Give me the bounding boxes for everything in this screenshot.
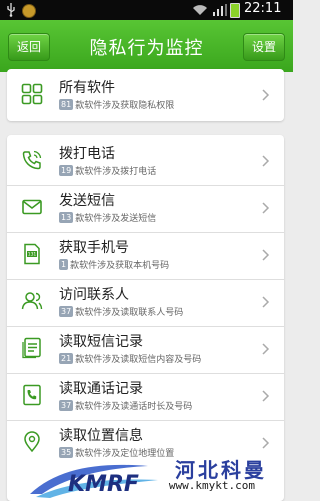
list-item-read-sms-log[interactable]: 读取短信记录 21 款软件涉及读取短信内容及号码 bbox=[7, 326, 284, 372]
list-item-title: 发送短信 bbox=[59, 193, 115, 209]
list-item-make-calls[interactable]: 拨打电话 19 款软件涉及拨打电话 bbox=[7, 138, 284, 184]
list-item-subtitle: 81 款软件涉及获取隐私权限 bbox=[59, 98, 174, 111]
app-notification-icon bbox=[22, 4, 36, 18]
chevron-right-icon bbox=[262, 343, 270, 355]
count-badge: 81 bbox=[59, 99, 74, 110]
battery-icon bbox=[230, 3, 240, 18]
list-item-subtitle: 13 款软件涉及发送短信 bbox=[59, 211, 156, 224]
count-badge: 19 bbox=[59, 165, 74, 176]
chevron-right-icon bbox=[262, 437, 270, 449]
call-log-icon bbox=[23, 384, 41, 406]
all-software-card: 所有软件 81 款软件涉及获取隐私权限 bbox=[7, 69, 284, 121]
sim-card-icon: 131 bbox=[24, 243, 40, 265]
list-item-title: 读取通话记录 bbox=[59, 381, 143, 397]
list-item-access-contacts[interactable]: 访问联系人 37 款软件涉及读取联系人号码 bbox=[7, 279, 284, 325]
list-item-title: 访问联系人 bbox=[59, 287, 129, 303]
signal-icon bbox=[213, 4, 227, 16]
count-badge: 1 bbox=[59, 259, 69, 270]
list-item-desc: 款软件涉及获取隐私权限 bbox=[75, 101, 175, 111]
list-item-subtitle: 19 款软件涉及拨打电话 bbox=[59, 164, 156, 177]
list-item-desc: 款软件涉及读通话时长及号码 bbox=[75, 402, 193, 412]
chevron-right-icon bbox=[262, 89, 270, 101]
permission-list-card: 拨打电话 19 款软件涉及拨打电话 发送短信 13 款软件涉及发送短信 131 获取… bbox=[7, 135, 284, 501]
list-item-desc: 款软件涉及获取本机号码 bbox=[70, 261, 170, 271]
status-bar: 22:11 bbox=[0, 0, 293, 20]
grid-icon bbox=[21, 83, 43, 105]
usb-icon bbox=[7, 3, 15, 17]
sms-log-icon bbox=[22, 337, 41, 359]
chevron-right-icon bbox=[262, 249, 270, 261]
chevron-right-icon bbox=[262, 202, 270, 214]
list-item-subtitle: 21 款软件涉及读取短信内容及号码 bbox=[59, 352, 201, 365]
list-item-title: 获取手机号 bbox=[59, 240, 129, 256]
chevron-right-icon bbox=[262, 296, 270, 308]
list-item-send-sms[interactable]: 发送短信 13 款软件涉及发送短信 bbox=[7, 185, 284, 231]
list-item-subtitle: 1 款软件涉及获取本机号码 bbox=[59, 258, 169, 271]
count-badge: 21 bbox=[59, 353, 74, 364]
count-badge: 37 bbox=[59, 306, 74, 317]
location-pin-icon bbox=[24, 431, 40, 453]
list-item-get-phone-number[interactable]: 131 获取手机号 1 款软件涉及获取本机号码 bbox=[7, 232, 284, 278]
kmrf-logo: KMRF bbox=[30, 464, 158, 498]
list-item-desc: 款软件涉及拨打电话 bbox=[75, 167, 157, 177]
settings-button[interactable]: 设置 bbox=[242, 33, 285, 61]
list-item-desc: 款软件涉及读取短信内容及号码 bbox=[75, 355, 202, 365]
list-item-all-software[interactable]: 所有软件 81 款软件涉及获取隐私权限 bbox=[7, 72, 284, 118]
list-item-title: 读取短信记录 bbox=[59, 334, 143, 350]
watermark-url: www.kmykt.com bbox=[168, 479, 255, 492]
list-item-subtitle: 37 款软件涉及读通话时长及号码 bbox=[59, 399, 192, 412]
svg-text:131: 131 bbox=[28, 252, 37, 258]
chevron-right-icon bbox=[262, 155, 270, 167]
envelope-icon bbox=[22, 199, 42, 215]
wifi-icon bbox=[193, 5, 207, 15]
count-badge: 37 bbox=[59, 400, 74, 411]
watermark: KMRF 河北科曼 www.kmykt.com bbox=[0, 452, 293, 501]
list-item-desc: 款软件涉及读取联系人号码 bbox=[75, 308, 184, 318]
chevron-right-icon bbox=[262, 390, 270, 402]
list-item-title: 拨打电话 bbox=[59, 146, 115, 162]
list-item-title: 读取位置信息 bbox=[59, 428, 143, 444]
title-bar: 返回 隐私行为监控 设置 bbox=[0, 20, 293, 72]
status-time: 22:11 bbox=[244, 1, 282, 16]
list-item-subtitle: 37 款软件涉及读取联系人号码 bbox=[59, 305, 183, 318]
list-item-title: 所有软件 bbox=[59, 80, 115, 96]
list-item-read-call-log[interactable]: 读取通话记录 37 款软件涉及读通话时长及号码 bbox=[7, 373, 284, 419]
contact-icon bbox=[21, 292, 43, 310]
watermark-logo-text: KMRF bbox=[68, 472, 139, 497]
count-badge: 13 bbox=[59, 212, 74, 223]
phone-icon bbox=[22, 150, 42, 170]
list-item-desc: 款软件涉及发送短信 bbox=[75, 214, 157, 224]
